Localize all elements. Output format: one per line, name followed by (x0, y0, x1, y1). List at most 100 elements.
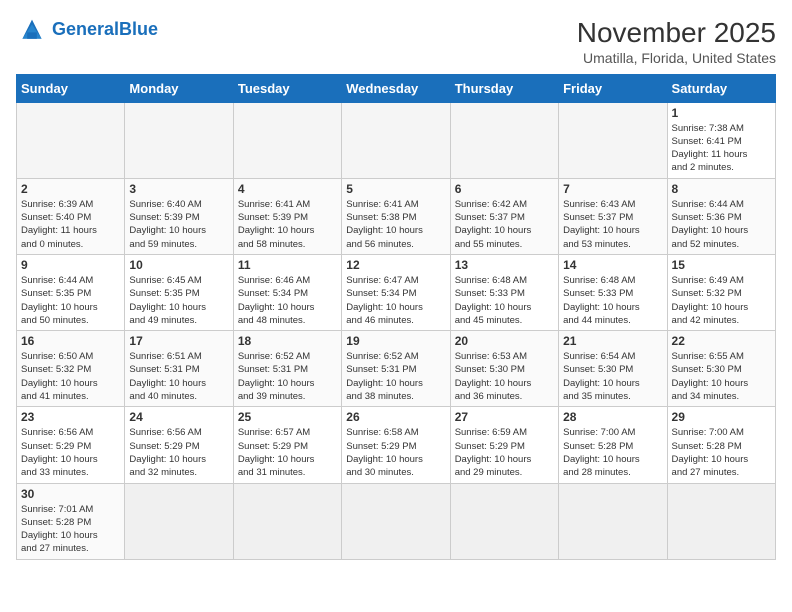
calendar-day-cell (342, 483, 450, 559)
day-number: 16 (21, 334, 120, 348)
calendar-day-cell (450, 483, 558, 559)
logo-text: GeneralBlue (52, 20, 158, 40)
day-info: Sunrise: 6:51 AM Sunset: 5:31 PM Dayligh… (129, 350, 228, 403)
calendar-day-cell: 20Sunrise: 6:53 AM Sunset: 5:30 PM Dayli… (450, 331, 558, 407)
calendar-day-cell: 7 Sunrise: 6:43 AM Sunset: 5:37 PM Daylig… (559, 178, 667, 254)
weekday-header-tuesday: Tuesday (233, 74, 341, 102)
weekday-header-saturday: Saturday (667, 74, 775, 102)
day-number: 30 (21, 487, 120, 501)
day-number: 8 (672, 182, 771, 196)
day-number: 5 (346, 182, 445, 196)
day-number: 17 (129, 334, 228, 348)
calendar-day-cell: 25Sunrise: 6:57 AM Sunset: 5:29 PM Dayli… (233, 407, 341, 483)
calendar-day-cell: 2 Sunrise: 6:39 AM Sunset: 5:40 PM Daylig… (17, 178, 125, 254)
calendar-day-cell: 10Sunrise: 6:45 AM Sunset: 5:35 PM Dayli… (125, 254, 233, 330)
day-number: 20 (455, 334, 554, 348)
calendar-day-cell: 3 Sunrise: 6:40 AM Sunset: 5:39 PM Daylig… (125, 178, 233, 254)
day-number: 1 (672, 106, 771, 120)
calendar-week-row: 16 Sunrise: 6:50 AM Sunset: 5:32 PM Dayli… (17, 331, 776, 407)
day-info: Sunrise: 6:44 AM Sunset: 5:36 PM Dayligh… (672, 198, 771, 251)
month-year-title: November 2025 (577, 16, 776, 50)
day-info: Sunrise: 6:56 AM Sunset: 5:29 PM Dayligh… (129, 426, 228, 479)
calendar-day-cell (233, 102, 341, 178)
day-number: 11 (238, 258, 337, 272)
calendar-day-cell: 17 Sunrise: 6:51 AM Sunset: 5:31 PM Dayli… (125, 331, 233, 407)
page-header: GeneralBlue November 2025 Umatilla, Flor… (16, 16, 776, 66)
calendar-day-cell (17, 102, 125, 178)
day-info: Sunrise: 7:01 AM Sunset: 5:28 PM Dayligh… (21, 503, 120, 556)
day-number: 22 (672, 334, 771, 348)
day-info: Sunrise: 6:40 AM Sunset: 5:39 PM Dayligh… (129, 198, 228, 251)
day-info: Sunrise: 6:52 AM Sunset: 5:31 PM Dayligh… (346, 350, 445, 403)
calendar-day-cell: 5Sunrise: 6:41 AM Sunset: 5:38 PM Daylig… (342, 178, 450, 254)
calendar-day-cell: 26 Sunrise: 6:58 AM Sunset: 5:29 PM Dayli… (342, 407, 450, 483)
day-number: 29 (672, 410, 771, 424)
day-info: Sunrise: 6:58 AM Sunset: 5:29 PM Dayligh… (346, 426, 445, 479)
weekday-header-friday: Friday (559, 74, 667, 102)
weekday-header-thursday: Thursday (450, 74, 558, 102)
day-number: 27 (455, 410, 554, 424)
calendar-day-cell: 4 Sunrise: 6:41 AM Sunset: 5:39 PM Daylig… (233, 178, 341, 254)
calendar-day-cell (233, 483, 341, 559)
logo: GeneralBlue (16, 16, 158, 44)
calendar-day-cell: 1 Sunrise: 7:38 AM Sunset: 6:41 PM Daylig… (667, 102, 775, 178)
day-info: Sunrise: 6:50 AM Sunset: 5:32 PM Dayligh… (21, 350, 120, 403)
calendar-week-row: 30 Sunrise: 7:01 AM Sunset: 5:28 PM Dayli… (17, 483, 776, 559)
day-info: Sunrise: 6:54 AM Sunset: 5:30 PM Dayligh… (563, 350, 662, 403)
day-number: 28 (563, 410, 662, 424)
day-number: 13 (455, 258, 554, 272)
calendar-day-cell: 12Sunrise: 6:47 AM Sunset: 5:34 PM Dayli… (342, 254, 450, 330)
day-info: Sunrise: 6:47 AM Sunset: 5:34 PM Dayligh… (346, 274, 445, 327)
calendar-day-cell: 15 Sunrise: 6:49 AM Sunset: 5:32 PM Dayli… (667, 254, 775, 330)
day-number: 26 (346, 410, 445, 424)
calendar-day-cell (125, 483, 233, 559)
day-number: 4 (238, 182, 337, 196)
day-info: Sunrise: 6:55 AM Sunset: 5:30 PM Dayligh… (672, 350, 771, 403)
weekday-header-sunday: Sunday (17, 74, 125, 102)
calendar-day-cell: 22 Sunrise: 6:55 AM Sunset: 5:30 PM Dayli… (667, 331, 775, 407)
title-block: November 2025 Umatilla, Florida, United … (577, 16, 776, 66)
calendar-day-cell: 8 Sunrise: 6:44 AM Sunset: 5:36 PM Daylig… (667, 178, 775, 254)
calendar-week-row: 2 Sunrise: 6:39 AM Sunset: 5:40 PM Daylig… (17, 178, 776, 254)
day-number: 14 (563, 258, 662, 272)
calendar-day-cell: 16 Sunrise: 6:50 AM Sunset: 5:32 PM Dayli… (17, 331, 125, 407)
day-info: Sunrise: 6:44 AM Sunset: 5:35 PM Dayligh… (21, 274, 120, 327)
calendar-day-cell (125, 102, 233, 178)
calendar-day-cell (559, 483, 667, 559)
weekday-header-row: SundayMondayTuesdayWednesdayThursdayFrid… (17, 74, 776, 102)
calendar-day-cell: 6 Sunrise: 6:42 AM Sunset: 5:37 PM Daylig… (450, 178, 558, 254)
day-number: 2 (21, 182, 120, 196)
day-info: Sunrise: 6:43 AM Sunset: 5:37 PM Dayligh… (563, 198, 662, 251)
day-info: Sunrise: 6:59 AM Sunset: 5:29 PM Dayligh… (455, 426, 554, 479)
day-number: 7 (563, 182, 662, 196)
day-number: 21 (563, 334, 662, 348)
calendar-day-cell: 29Sunrise: 7:00 AM Sunset: 5:28 PM Dayli… (667, 407, 775, 483)
day-number: 19 (346, 334, 445, 348)
day-info: Sunrise: 6:39 AM Sunset: 5:40 PM Dayligh… (21, 198, 120, 251)
day-number: 25 (238, 410, 337, 424)
day-info: Sunrise: 6:48 AM Sunset: 5:33 PM Dayligh… (563, 274, 662, 327)
calendar-day-cell (450, 102, 558, 178)
calendar-day-cell: 9Sunrise: 6:44 AM Sunset: 5:35 PM Daylig… (17, 254, 125, 330)
day-info: Sunrise: 6:41 AM Sunset: 5:39 PM Dayligh… (238, 198, 337, 251)
day-info: Sunrise: 6:49 AM Sunset: 5:32 PM Dayligh… (672, 274, 771, 327)
day-info: Sunrise: 7:00 AM Sunset: 5:28 PM Dayligh… (563, 426, 662, 479)
day-info: Sunrise: 6:45 AM Sunset: 5:35 PM Dayligh… (129, 274, 228, 327)
calendar-day-cell: 19 Sunrise: 6:52 AM Sunset: 5:31 PM Dayli… (342, 331, 450, 407)
day-info: Sunrise: 6:52 AM Sunset: 5:31 PM Dayligh… (238, 350, 337, 403)
day-number: 3 (129, 182, 228, 196)
day-number: 24 (129, 410, 228, 424)
day-number: 15 (672, 258, 771, 272)
day-info: Sunrise: 6:46 AM Sunset: 5:34 PM Dayligh… (238, 274, 337, 327)
day-number: 6 (455, 182, 554, 196)
calendar-day-cell (559, 102, 667, 178)
day-number: 23 (21, 410, 120, 424)
logo-icon (16, 16, 48, 44)
calendar-day-cell: 18Sunrise: 6:52 AM Sunset: 5:31 PM Dayli… (233, 331, 341, 407)
day-info: Sunrise: 6:42 AM Sunset: 5:37 PM Dayligh… (455, 198, 554, 251)
day-info: Sunrise: 7:38 AM Sunset: 6:41 PM Dayligh… (672, 122, 771, 175)
weekday-header-monday: Monday (125, 74, 233, 102)
day-info: Sunrise: 6:56 AM Sunset: 5:29 PM Dayligh… (21, 426, 120, 479)
calendar-day-cell: 27 Sunrise: 6:59 AM Sunset: 5:29 PM Dayli… (450, 407, 558, 483)
calendar-day-cell: 21 Sunrise: 6:54 AM Sunset: 5:30 PM Dayli… (559, 331, 667, 407)
